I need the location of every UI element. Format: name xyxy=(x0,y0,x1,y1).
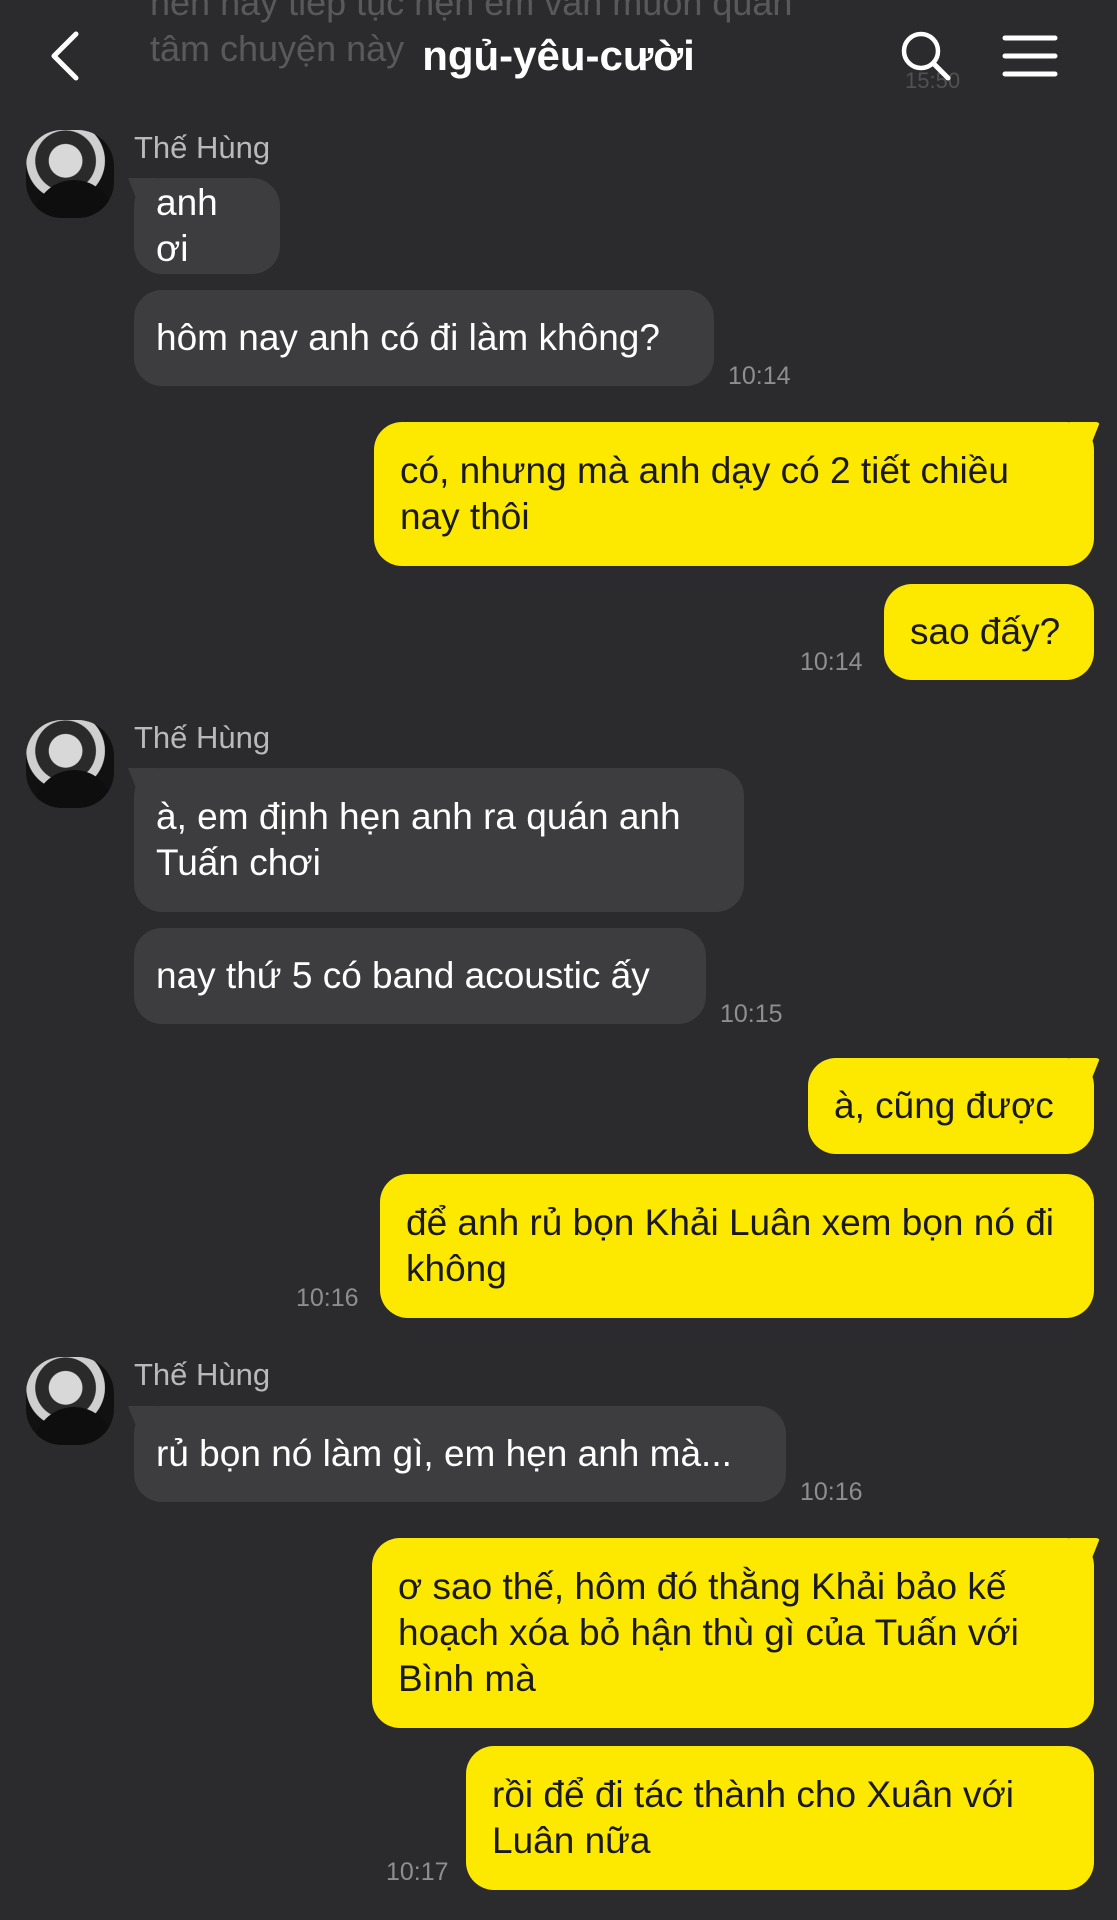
search-icon xyxy=(901,31,951,81)
outgoing-message[interactable]: có, nhưng mà anh dạy có 2 tiết chiều nay… xyxy=(374,422,1094,566)
sender-name: Thế Hùng xyxy=(134,720,271,755)
sender-name: Thế Hùng xyxy=(134,130,271,165)
message-text: nay thứ 5 có band acoustic ấy xyxy=(156,955,650,996)
outgoing-message[interactable]: để anh rủ bọn Khải Luân xem bọn nó đi kh… xyxy=(380,1174,1094,1318)
incoming-message[interactable]: anh ơi xyxy=(134,178,280,274)
incoming-message[interactable]: hôm nay anh có đi làm không? xyxy=(134,290,714,386)
message-time: 10:16 xyxy=(800,1478,863,1506)
message-text: rồi để đi tác thành cho Xuân với Luân nữ… xyxy=(492,1774,1015,1861)
message-text: để anh rủ bọn Khải Luân xem bọn nó đi kh… xyxy=(406,1202,1054,1289)
message-text: có, nhưng mà anh dạy có 2 tiết chiều nay… xyxy=(400,450,1009,537)
message-text: à, cũng được xyxy=(834,1085,1054,1126)
incoming-message[interactable]: rủ bọn nó làm gì, em hẹn anh mà... xyxy=(134,1406,786,1502)
message-time: 10:16 xyxy=(296,1284,359,1312)
sender-name: Thế Hùng xyxy=(134,1357,271,1392)
avatar[interactable] xyxy=(26,130,114,218)
outgoing-message[interactable]: rồi để đi tác thành cho Xuân với Luân nữ… xyxy=(466,1746,1094,1890)
search-button[interactable] xyxy=(898,28,954,84)
outgoing-message[interactable]: sao đấy? xyxy=(884,584,1094,680)
outgoing-message[interactable]: à, cũng được xyxy=(808,1058,1094,1154)
message-text: ơ sao thế, hôm đó thằng Khải bảo kế hoạc… xyxy=(398,1566,1019,1699)
message-time: 10:17 xyxy=(386,1858,449,1886)
incoming-message[interactable]: nay thứ 5 có band acoustic ấy xyxy=(134,928,706,1024)
message-time: 10:14 xyxy=(728,362,791,390)
avatar[interactable] xyxy=(26,1357,114,1445)
message-time: 10:14 xyxy=(800,648,863,676)
incoming-message[interactable]: à, em định hẹn anh ra quán anh Tuấn chơi xyxy=(134,768,744,912)
chat-header: nên nay tiếp tục hẹn em vẫn muốn quan tâ… xyxy=(0,0,1117,104)
message-text: rủ bọn nó làm gì, em hẹn anh mà... xyxy=(156,1433,732,1474)
avatar[interactable] xyxy=(26,720,114,808)
menu-button[interactable] xyxy=(1000,30,1060,82)
outgoing-message[interactable]: ơ sao thế, hôm đó thằng Khải bảo kế hoạc… xyxy=(372,1538,1094,1728)
hamburger-menu-icon xyxy=(1002,35,1058,77)
message-text: sao đấy? xyxy=(910,611,1061,652)
message-text: anh ơi xyxy=(156,182,218,269)
message-time: 10:15 xyxy=(720,1000,783,1028)
message-text: à, em định hẹn anh ra quán anh Tuấn chơi xyxy=(156,796,681,883)
message-text: hôm nay anh có đi làm không? xyxy=(156,317,660,358)
